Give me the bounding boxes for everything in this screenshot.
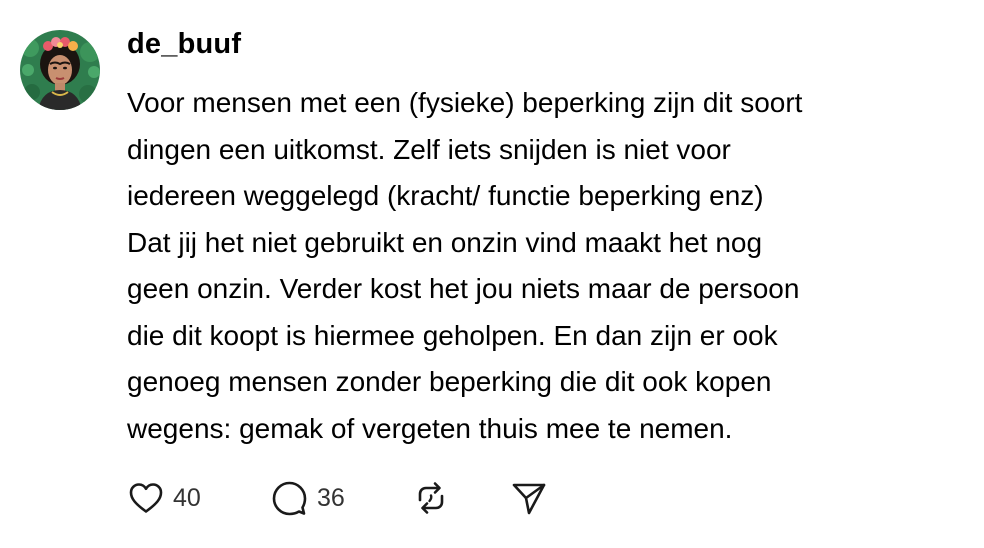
like-count: 40 xyxy=(173,483,201,512)
reply-button[interactable]: 36 xyxy=(269,478,411,518)
repost-button[interactable] xyxy=(411,478,509,518)
reply-count: 36 xyxy=(317,483,345,512)
like-button[interactable]: 40 xyxy=(127,479,269,517)
send-icon xyxy=(509,478,549,518)
post-actions: 40 36 xyxy=(127,475,549,521)
post-text: Voor mensen met een (fysieke) beperking … xyxy=(127,87,803,444)
avatar-portrait-image xyxy=(20,30,100,110)
share-button[interactable] xyxy=(509,478,549,518)
username[interactable]: de_buuf xyxy=(127,24,241,64)
avatar[interactable] xyxy=(20,30,100,110)
heart-icon xyxy=(127,479,165,517)
thread-post: de_buuf Voor mensen met een (fysieke) be… xyxy=(0,0,984,548)
speech-bubble-icon xyxy=(269,478,309,518)
repost-icon xyxy=(411,478,451,518)
